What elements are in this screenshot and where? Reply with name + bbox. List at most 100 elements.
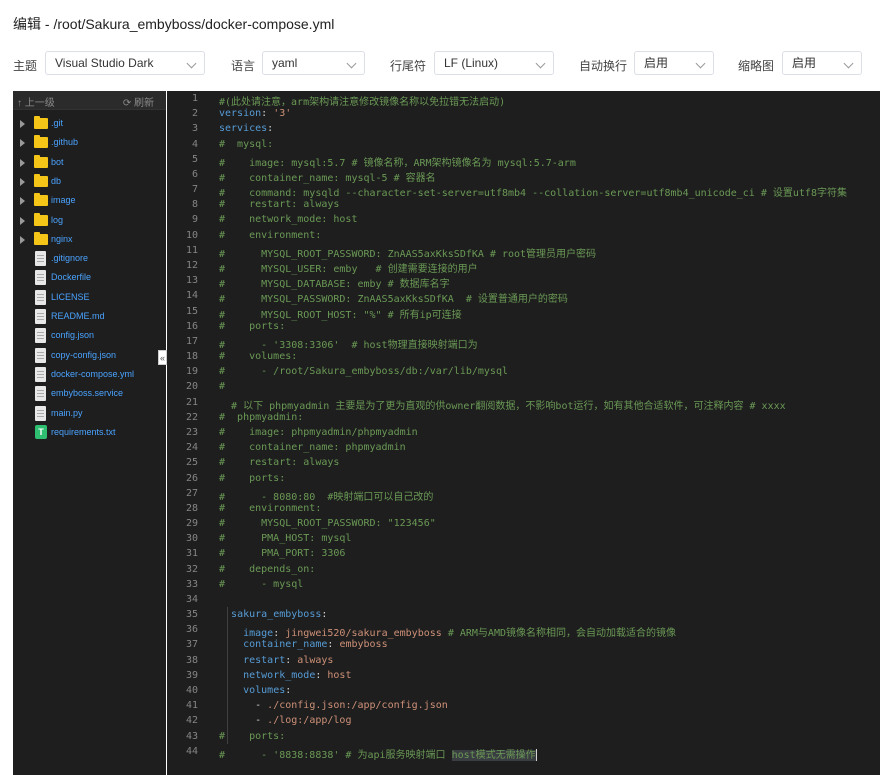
code-line[interactable]: 6 # container_name: mysql-5 # 容器名 (167, 167, 880, 184)
chevron-right-icon[interactable] (20, 139, 25, 148)
file-item[interactable]: README.md (13, 308, 166, 327)
code-line[interactable]: 13 # MYSQL_DATABASE: emby # 数据库名字 (167, 273, 880, 290)
file-item[interactable]: .gitignore (13, 250, 166, 269)
editor-toolbar: 主题 Visual Studio Dark 语言 yaml 行尾符 LF (Li… (0, 51, 880, 77)
code-line[interactable]: 32 # depends_on: (167, 562, 880, 577)
code-line[interactable]: 2 version: '3' (167, 106, 880, 121)
file-icon (35, 289, 46, 305)
code-line[interactable]: 41 - ./config.json:/app/config.json (167, 698, 880, 713)
file-name: README.md (51, 311, 105, 321)
file-item[interactable]: docker-compose.yml (13, 366, 166, 385)
line-number: 32 (185, 563, 198, 575)
code-line[interactable]: 7 # command: mysqld --character-set-serve… (167, 182, 880, 199)
parent-directory-button[interactable]: ↑ 上一级 (17, 94, 55, 109)
code-line[interactable]: 30 # PMA_HOST: mysql (167, 531, 880, 546)
code-token: # PMA_PORT: 3306 (219, 548, 346, 560)
code-line[interactable]: 3 services: (167, 121, 880, 136)
chevron-right-icon[interactable] (20, 235, 25, 244)
eol-select[interactable]: LF (Linux) (434, 51, 554, 75)
file-item[interactable]: copy-config.json (13, 347, 166, 366)
chevron-right-icon[interactable] (20, 177, 25, 186)
code-line[interactable]: 12 # MYSQL_USER: emby # 创建需要连接的用户 (167, 258, 880, 275)
collapse-sidebar-button[interactable]: « (158, 350, 167, 365)
line-content: # mysql: (219, 139, 273, 150)
code-line[interactable]: 9 # network_mode: host (167, 212, 880, 227)
code-line[interactable]: 35 sakura_embyboss: (167, 607, 880, 622)
code-token: # - /root/Sakura_embyboss/db:/var/lib/my… (219, 366, 508, 378)
file-item[interactable]: config.json (13, 327, 166, 346)
code-line[interactable]: 40 volumes: (167, 683, 880, 698)
code-line[interactable]: 24 # container_name: phpmyadmin (167, 440, 880, 455)
minimap-select-value: 启用 (792, 56, 817, 70)
code-line[interactable]: 8 # restart: always (167, 197, 880, 212)
code-line[interactable]: 23 # image: phpmyadmin/phpmyadmin (167, 425, 880, 440)
folder-item[interactable]: .github (13, 134, 166, 153)
folder-icon (34, 212, 48, 226)
code-line[interactable]: 43 # ports: (167, 729, 880, 744)
code-line[interactable]: 14 # MYSQL_PASSWORD: ZnAAS5axKksSDfKA # 设… (167, 288, 880, 305)
folder-item[interactable]: .git (13, 115, 166, 134)
code-token: container_name (243, 639, 328, 651)
code-editor[interactable]: 1 #(此处请注意，arm架构请注意修改镜像名称以免拉错无法启动) 2 version… (167, 91, 880, 775)
code-token: # volumes: (219, 351, 298, 363)
code-line[interactable]: 10 # environment: (167, 228, 880, 243)
file-item[interactable]: Trequirements.txt (13, 424, 166, 443)
line-content: # restart: always (219, 457, 339, 468)
chevron-right-icon[interactable] (20, 120, 25, 128)
code-line[interactable]: 1 #(此处请注意，arm架构请注意修改镜像名称以免拉错无法启动) (167, 91, 880, 108)
chevron-right-icon[interactable] (20, 216, 25, 225)
code-line[interactable]: 15 # MYSQL_ROOT_HOST: "%" # 所有ip可连接 (167, 304, 880, 321)
code-line[interactable]: 27 # - 8080:80 #映射端口可以自己改的 (167, 486, 880, 503)
file-item[interactable]: embyboss.service (13, 385, 166, 404)
folder-item[interactable]: log (13, 212, 166, 231)
file-name: bot (51, 156, 64, 167)
file-item[interactable]: Dockerfile (13, 269, 166, 288)
line-number: 24 (185, 442, 198, 454)
code-line[interactable]: 33 # - mysql (167, 577, 880, 592)
word-wrap-select[interactable]: 启用 (634, 51, 714, 75)
folder-item[interactable]: nginx (13, 231, 166, 250)
code-line[interactable]: 39 network_mode: host (167, 668, 880, 683)
code-line[interactable]: 22 # phpmyadmin: (167, 410, 880, 425)
code-line[interactable]: 29 # MYSQL_ROOT_PASSWORD: "123456" (167, 516, 880, 531)
code-line[interactable]: 16 # ports: (167, 319, 880, 334)
line-number: 10 (185, 229, 198, 241)
code-line[interactable]: 44 # - '8838:8838' # 为api服务映射端口 host模式无需操… (167, 744, 880, 761)
code-line[interactable]: 42 - ./log:/app/log (167, 713, 880, 728)
code-line[interactable]: 28 # environment: (167, 501, 880, 516)
folder-icon (34, 116, 48, 129)
line-number: 16 (185, 320, 198, 332)
line-number: 25 (185, 457, 198, 469)
file-item[interactable]: main.py (13, 405, 166, 424)
line-number: 42 (185, 715, 198, 727)
language-select[interactable]: yaml (262, 51, 365, 75)
code-line[interactable]: 18 # volumes: (167, 349, 880, 364)
minimap-select[interactable]: 启用 (782, 51, 862, 75)
file-item[interactable]: LICENSE (13, 289, 166, 308)
code-line[interactable]: 11 # MYSQL_ROOT_PASSWORD: ZnAAS5axKksSDfK… (167, 243, 880, 260)
code-line[interactable]: 4 # mysql: (167, 137, 880, 152)
code-line[interactable]: 17 # - '3308:3306' # host物理直接映射端口为 (167, 334, 880, 351)
file-icon (35, 328, 46, 344)
code-line[interactable]: 38 restart: always (167, 653, 880, 668)
chevron-right-icon[interactable] (20, 197, 25, 206)
code-line[interactable]: 34 (167, 592, 880, 607)
code-line[interactable]: 25 # restart: always (167, 455, 880, 470)
code-line[interactable]: 26 # ports: (167, 471, 880, 486)
chevron-right-icon[interactable] (20, 158, 25, 167)
code-line[interactable]: 19 # - /root/Sakura_embyboss/db:/var/lib/… (167, 364, 880, 379)
code-token: embyboss (339, 639, 388, 651)
code-line[interactable]: 31 # PMA_PORT: 3306 (167, 546, 880, 561)
folder-item[interactable]: bot (13, 154, 166, 173)
refresh-button[interactable]: ⟳ 刷新 (123, 94, 154, 109)
folder-item[interactable]: image (13, 192, 166, 211)
line-number: 44 (185, 745, 198, 757)
folder-item[interactable]: db (13, 173, 166, 192)
code-line[interactable]: 37 container_name: embyboss (167, 637, 880, 652)
code-line[interactable]: 36 image: jingwei520/sakura_embyboss # A… (167, 622, 880, 639)
file-name: .gitignore (51, 253, 89, 264)
code-line[interactable]: 20 # (167, 379, 880, 394)
code-line[interactable]: 5 # image: mysql:5.7 # 镜像名称，ARM架构镜像名为 mys… (167, 152, 880, 169)
theme-select[interactable]: Visual Studio Dark (45, 51, 205, 75)
code-line[interactable]: 21 # 以下 phpmyadmin 主要是为了更为直观的供owner翻阅数据，… (167, 395, 880, 412)
